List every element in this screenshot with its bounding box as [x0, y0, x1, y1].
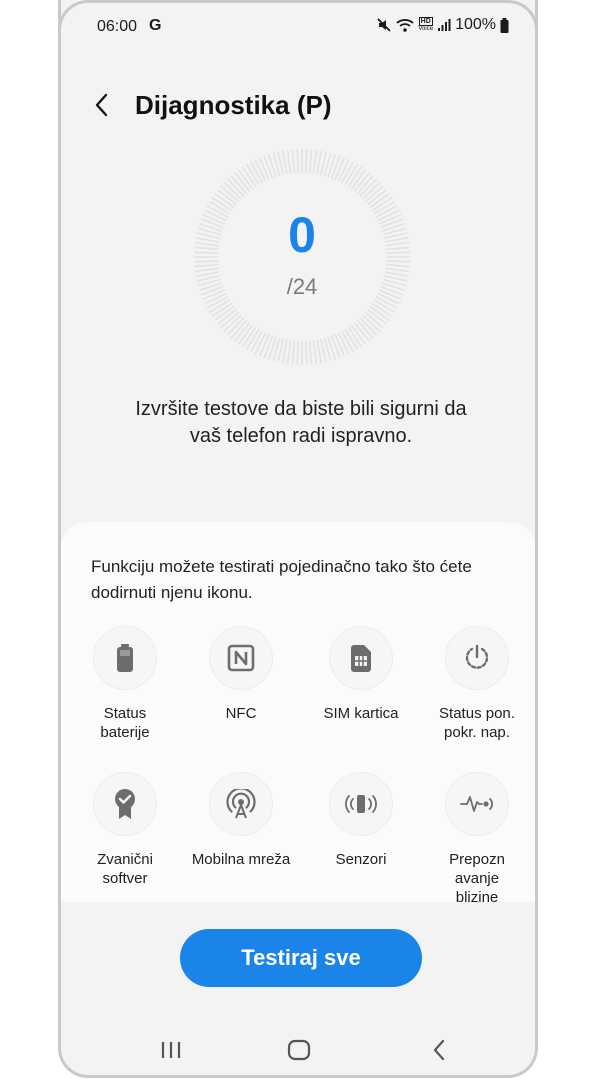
test-label: baterije [100, 724, 150, 741]
battery-icon [117, 644, 133, 672]
ring-tick [385, 263, 410, 268]
ring-tick [281, 339, 288, 364]
ring-tick [291, 340, 296, 365]
ring-tick [258, 157, 270, 181]
power-restart-icon [465, 644, 489, 669]
test-label: pokr. nap. [444, 724, 510, 741]
hd-voice-icon: HD Voice [418, 17, 433, 33]
description-text: Izvršite testove da biste bili sigurni d… [135, 398, 467, 447]
ring-tick [316, 339, 323, 364]
ring-tick [258, 333, 270, 357]
chevron-left-icon [95, 93, 108, 117]
ring-tick [385, 267, 410, 273]
nav-back-button[interactable] [419, 1030, 459, 1070]
ring-tick [263, 335, 274, 359]
score-total: /24 [286, 274, 318, 299]
ring-tick [263, 155, 274, 179]
battery-status-icon [500, 17, 509, 33]
score-value: 0 [288, 207, 316, 263]
home-icon [287, 1039, 311, 1061]
ring-tick [334, 157, 346, 181]
page-title: Dijagnostika (P) [135, 90, 332, 120]
sim-card-icon [351, 645, 371, 672]
ring-tick [330, 155, 341, 179]
test-nfc[interactable]: NFC [181, 626, 301, 723]
ring-tick [304, 340, 308, 365]
ring-tick [194, 267, 219, 273]
ring-tick [316, 150, 323, 175]
test-proximity[interactable]: Prepozn avanje blizine [417, 772, 535, 907]
ring-tick [281, 150, 288, 175]
ring-tick [312, 149, 318, 174]
navigation-bar [61, 1030, 535, 1070]
back-button[interactable] [87, 88, 117, 122]
ring-tick [334, 333, 346, 357]
ring-tick [308, 340, 313, 365]
nfc-icon [227, 644, 255, 672]
status-time: 06:00 [97, 18, 138, 35]
mute-icon [376, 17, 392, 33]
ring-tick [286, 149, 292, 174]
test-restart-status[interactable]: Status pon. pokr. nap. [417, 626, 535, 742]
recents-button[interactable] [151, 1030, 191, 1070]
sensor-icon [345, 795, 377, 813]
phone-screen: 06:00 G HD Voice 100% Dijagnostika (P) 0… [58, 0, 538, 1078]
status-bar: 06:00 G HD Voice 100% [61, 14, 535, 40]
signal-icon [437, 18, 451, 32]
test-label: NFC [225, 705, 257, 722]
ring-tick [304, 149, 308, 174]
sheet-hint: Funkciju možete testirati pojedinačno ta… [91, 557, 472, 602]
ring-tick [308, 149, 313, 174]
test-label: softver [102, 870, 148, 887]
ring-tick [330, 335, 341, 359]
test-official-software[interactable]: Zvanični softver [65, 772, 185, 888]
wifi-icon [396, 17, 414, 33]
test-label: Senzori [335, 851, 387, 868]
test-label: Prepozn [449, 851, 505, 868]
test-label: Zvanični [97, 851, 153, 868]
test-sim-card[interactable]: SIM kartica [301, 626, 421, 723]
test-mobile-network[interactable]: Mobilna mreža [181, 772, 301, 869]
certificate-icon [115, 789, 135, 819]
ring-tick [286, 340, 292, 365]
test-sensors[interactable]: Senzori [301, 772, 421, 869]
back-icon [433, 1039, 445, 1061]
test-label: avanje [454, 870, 500, 887]
ring-tick [296, 149, 300, 174]
voice-label: Voice [418, 26, 434, 32]
test-label: Status pon. [439, 705, 515, 722]
test-battery-status[interactable]: Status baterije [65, 626, 185, 742]
test-label: Mobilna mreža [191, 851, 291, 868]
ring-tick [291, 149, 296, 174]
test-label: Status [103, 705, 147, 722]
battery-percent: 100% [455, 16, 496, 33]
ring-tick [296, 340, 300, 365]
home-button[interactable] [279, 1030, 319, 1070]
ring-tick [312, 340, 318, 365]
google-icon: G [149, 17, 162, 34]
hd-label: HD [418, 17, 433, 26]
test-label: blizine [455, 889, 499, 906]
antenna-icon [226, 789, 256, 819]
test-sheet: Funkciju možete testirati pojedinačno ta… [61, 522, 535, 906]
recents-icon [161, 1042, 181, 1058]
ring-tick [194, 263, 219, 268]
proximity-icon [460, 796, 493, 812]
test-all-button[interactable]: Testiraj sve [180, 929, 422, 987]
test-label: SIM kartica [323, 705, 399, 722]
